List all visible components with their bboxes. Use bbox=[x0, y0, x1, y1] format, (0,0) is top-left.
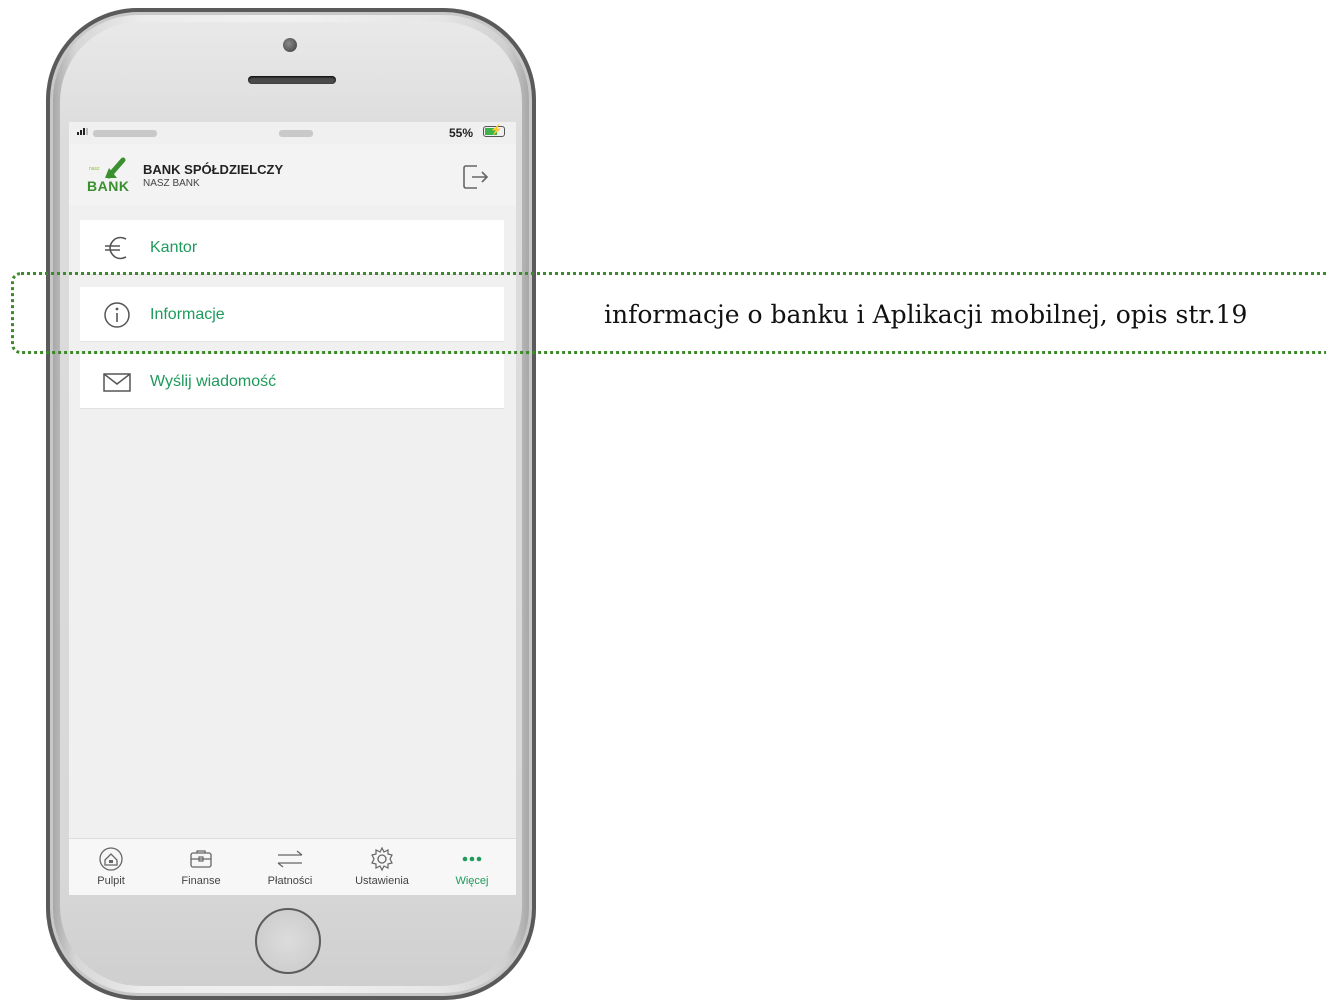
transfer-icon bbox=[277, 850, 303, 868]
signal-icon bbox=[77, 128, 88, 135]
tab-label: Płatności bbox=[267, 875, 313, 887]
gear-icon bbox=[371, 846, 393, 872]
tab-label: Finanse bbox=[181, 875, 221, 887]
tab-label: Więcej bbox=[455, 875, 489, 887]
speaker-grille bbox=[248, 76, 336, 84]
envelope-icon bbox=[103, 373, 131, 392]
euro-icon bbox=[105, 236, 127, 260]
menu-item-label: Kantor bbox=[150, 239, 198, 256]
more-icon bbox=[462, 856, 482, 862]
logo-text: BANK bbox=[87, 178, 130, 194]
menu-item-label: Wyślij wiadomość bbox=[150, 373, 277, 390]
logout-icon[interactable] bbox=[461, 162, 491, 192]
bank-logo: nasz BANK bbox=[87, 152, 133, 194]
tab-wiecej[interactable]: Więcej bbox=[432, 845, 512, 887]
menu-item-kantor[interactable]: Kantor bbox=[80, 220, 504, 275]
tab-ustawienia[interactable]: Ustawienia bbox=[342, 845, 422, 887]
home-icon bbox=[99, 847, 123, 871]
carrier-name-blurred bbox=[93, 130, 157, 137]
tab-label: Ustawienia bbox=[355, 875, 409, 887]
app-screen: 55% ⚡ nasz BANK BANK SPÓŁDZIELCZY NASZ B… bbox=[69, 122, 516, 895]
bank-subtitle: NASZ BANK bbox=[143, 178, 200, 189]
tab-pulpit[interactable]: Pulpit bbox=[71, 845, 151, 887]
battery-percent: 55% bbox=[449, 126, 474, 140]
tab-label: Pulpit bbox=[97, 875, 125, 887]
tab-platnosci[interactable]: Płatności bbox=[250, 845, 330, 887]
wallet-icon bbox=[190, 850, 212, 868]
menu-item-wyslij-wiadomosc[interactable]: Wyślij wiadomość bbox=[80, 354, 504, 409]
status-bar: 55% ⚡ bbox=[69, 122, 516, 144]
app-header: nasz BANK BANK SPÓŁDZIELCZY NASZ BANK bbox=[69, 144, 516, 206]
bottom-tab-bar: Pulpit Finanse Płatności Ustawienia Więc… bbox=[69, 838, 516, 895]
tab-finanse[interactable]: Finanse bbox=[161, 845, 241, 887]
clock-blurred bbox=[279, 130, 313, 137]
camera-icon bbox=[283, 38, 297, 52]
battery-icon: ⚡ bbox=[483, 125, 505, 137]
logo-small-text: nasz bbox=[89, 166, 100, 172]
home-button[interactable] bbox=[255, 908, 321, 974]
bank-name: BANK SPÓŁDZIELCZY bbox=[143, 162, 284, 177]
callout-description: informacje o banku i Aplikacji mobilnej,… bbox=[604, 300, 1248, 329]
